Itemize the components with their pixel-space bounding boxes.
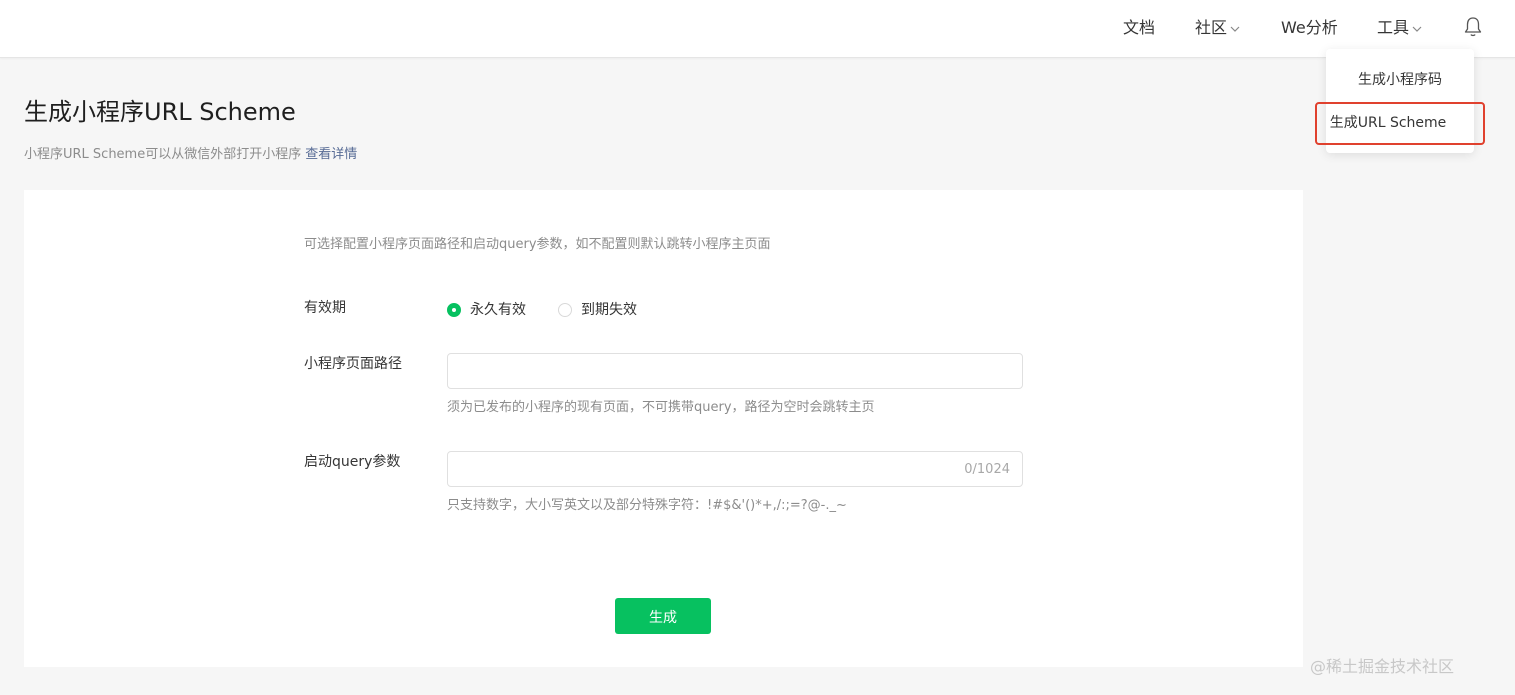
query-label: 启动query参数 [304, 454, 401, 470]
page-path-input[interactable] [447, 353, 1023, 389]
page-subtitle: 小程序URL Scheme可以从微信外部打开小程序 查看详情 [24, 145, 357, 165]
nav-tools-label: 工具 [1377, 18, 1410, 37]
nav-community[interactable]: 社区 [1195, 16, 1240, 40]
path-help: 须为已发布的小程序的现有页面，不可携带query，路径为空时会跳转主页 [447, 400, 875, 415]
path-label: 小程序页面路径 [304, 356, 402, 372]
query-help: 只支持数字，大小写英文以及部分特殊字符：!#$&'()*+,/:;=?@-._~ [447, 498, 847, 513]
generate-button[interactable]: 生成 [615, 598, 711, 634]
query-input[interactable]: 0/1024 [447, 451, 1023, 487]
validity-label: 有效期 [304, 300, 346, 316]
menu-item-generate-qrcode[interactable]: 生成小程序码 [1326, 70, 1474, 90]
radio-permanent-label: 永久有效 [470, 302, 526, 318]
radio-expire[interactable]: 到期失效 [558, 300, 637, 320]
form-hint: 可选择配置小程序页面路径和启动query参数，如不配置则默认跳转小程序主页面 [304, 237, 771, 252]
radio-permanent[interactable]: 永久有效 [447, 300, 526, 320]
bell-icon[interactable] [1463, 16, 1483, 38]
highlight-box [1315, 102, 1485, 145]
radio-checked-icon [447, 303, 461, 317]
chevron-down-icon [1412, 26, 1422, 32]
subtitle-text: 小程序URL Scheme可以从微信外部打开小程序 [24, 147, 302, 162]
watermark: @稀土掘金技术社区 [1310, 657, 1455, 676]
nav-community-label: 社区 [1195, 18, 1228, 37]
nav-tools[interactable]: 工具 [1377, 16, 1422, 40]
char-counter: 0/1024 [964, 462, 1010, 477]
details-link[interactable]: 查看详情 [305, 147, 357, 162]
chevron-down-icon [1230, 26, 1240, 32]
form-card [24, 190, 1303, 667]
top-navbar: 文档 社区 We分析 工具 [0, 0, 1515, 58]
nav-analytics[interactable]: We分析 [1281, 16, 1338, 40]
radio-expire-label: 到期失效 [581, 302, 637, 318]
page-title: 生成小程序URL Scheme [24, 98, 296, 126]
nav-docs[interactable]: 文档 [1123, 16, 1155, 40]
radio-unchecked-icon [558, 303, 572, 317]
